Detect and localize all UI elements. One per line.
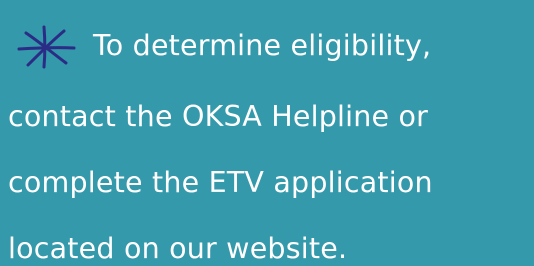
message-line-4: located on our website. [8,232,348,265]
info-panel: To determine eligibility, contact the OK… [0,0,534,266]
asterisk-star-icon [16,25,78,69]
message-line-2: contact the OKSA Helpline or [8,100,429,133]
message-line-3: complete the ETV application [8,166,433,199]
message-line-1: To determine eligibility, [93,29,432,62]
